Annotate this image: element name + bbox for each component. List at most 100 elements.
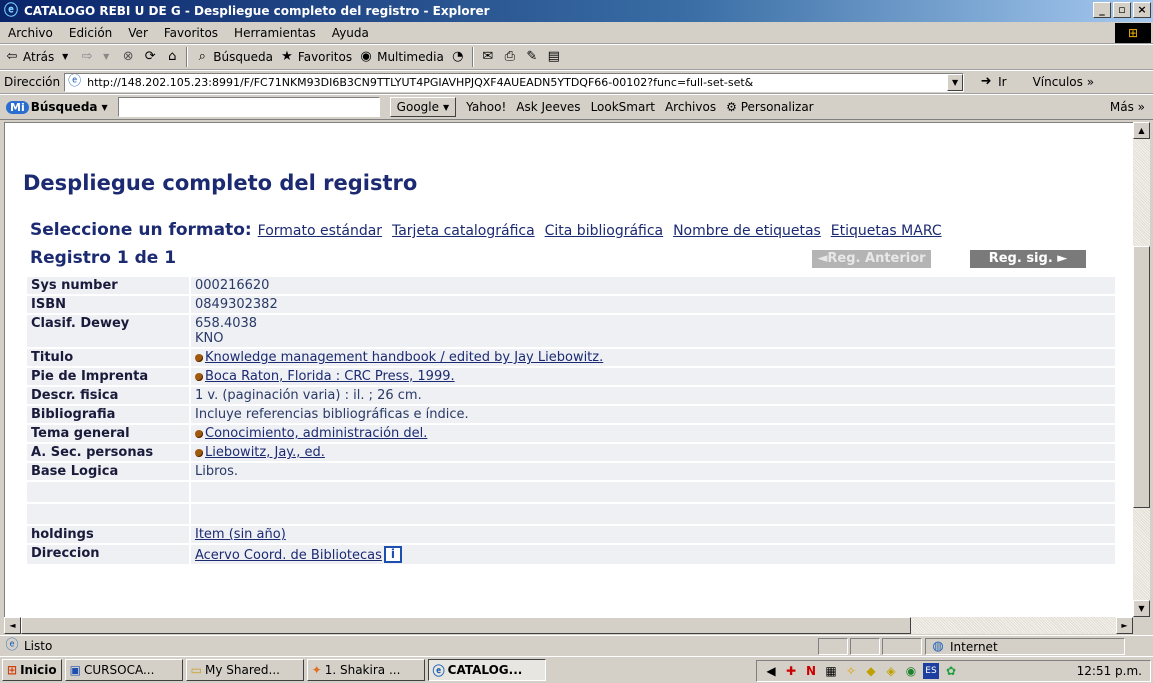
previous-record-button[interactable]: ◄Reg. Anterior <box>812 250 931 268</box>
print-icon[interactable]: ⎙ <box>502 49 518 65</box>
refresh-icon[interactable]: ⟳ <box>142 49 158 65</box>
menu-ayuda[interactable]: Ayuda <box>324 26 377 40</box>
field-value: 000216620 <box>191 277 1115 294</box>
taskbar-item-word[interactable]: ▣ CURSOCA... <box>64 659 183 681</box>
bullet-icon <box>195 429 203 438</box>
menu-favoritos[interactable]: Favoritos <box>156 26 226 40</box>
horizontal-scroll-thumb[interactable] <box>21 617 911 634</box>
table-row-empty <box>27 504 1115 524</box>
window-title-bar[interactable]: ⓔ CATALOGO REBI U DE G - Despliegue comp… <box>0 0 1153 22</box>
vertical-scrollbar[interactable]: ▲ ▼ <box>1133 122 1150 617</box>
menu-edicion[interactable]: Edición <box>61 26 120 40</box>
table-row: Titulo Knowledge management handbook / e… <box>27 349 1115 366</box>
internet-explorer-icon: ⓔ <box>4 3 18 19</box>
multimedia-button[interactable]: ◉ Multimedia <box>358 49 443 65</box>
field-label: Titulo <box>27 349 191 366</box>
title-link[interactable]: Knowledge management handbook / edited b… <box>205 350 603 365</box>
favorites-label: Favoritos <box>297 50 353 64</box>
format-tarjeta-link[interactable]: Tarjeta catalográfica <box>392 223 535 239</box>
address-dropdown-button[interactable]: ▼ <box>947 73 964 91</box>
taskbar-item-browser[interactable]: ⓔ CATALOG... <box>427 659 546 681</box>
edit-icon[interactable]: ✎ <box>524 49 540 65</box>
author-link[interactable]: Liebowitz, Jay., ed. <box>205 445 325 460</box>
personalizar-button[interactable]: ⚙ Personalizar <box>726 100 814 114</box>
format-prompt: Seleccione un formato: <box>30 220 252 240</box>
format-nombre-etiquetas-link[interactable]: Nombre de etiquetas <box>673 223 821 239</box>
search-toolbar-input[interactable] <box>117 97 380 117</box>
field-label: Bibliografia <box>27 406 191 423</box>
field-label: ISBN <box>27 296 191 313</box>
language-icon[interactable]: ES <box>923 663 939 679</box>
field-label: Tema general <box>27 425 191 442</box>
scroll-down-icon[interactable]: ▼ <box>1133 600 1150 617</box>
links-button[interactable]: Vínculos » <box>1033 75 1094 89</box>
archivos-button[interactable]: Archivos <box>665 100 716 114</box>
tray-app-icon[interactable]: ✿ <box>943 663 959 679</box>
close-button[interactable]: × <box>1133 2 1151 18</box>
bullet-icon <box>195 372 203 381</box>
field-label: Descr. fisica <box>27 387 191 404</box>
discuss-icon[interactable]: ▤ <box>546 49 562 65</box>
minimize-button[interactable]: _ <box>1093 2 1111 18</box>
format-marc-link[interactable]: Etiquetas MARC <box>831 223 942 239</box>
search-icon: ⌕ <box>198 49 206 64</box>
tray-app-icon[interactable]: ◉ <box>903 663 919 679</box>
bullet-icon <box>195 448 203 457</box>
antivirus-icon[interactable]: ✚ <box>783 663 799 679</box>
table-row-empty <box>27 482 1115 502</box>
format-estandar-link[interactable]: Formato estándar <box>258 223 382 239</box>
back-button[interactable]: ⇦ Atrás ▼ <box>4 49 73 65</box>
taskbar-item-media[interactable]: ✦ 1. Shakira ... <box>306 659 425 681</box>
go-button[interactable]: ➜ Ir <box>978 74 1007 90</box>
location-link[interactable]: Acervo Coord. de Bibliotecas <box>195 548 382 563</box>
stop-icon[interactable]: ⊗ <box>120 49 136 65</box>
scroll-right-icon[interactable]: ► <box>1116 617 1133 634</box>
yahoo-button[interactable]: Yahoo! <box>466 100 506 114</box>
history-icon[interactable]: ◔ <box>450 49 466 65</box>
clock: 12:51 p.m. <box>1076 664 1142 678</box>
address-input[interactable]: ⓔ http://148.202.105.23:8991/F/FC71NKM93… <box>64 72 965 92</box>
imprint-link[interactable]: Boca Raton, Florida : CRC Press, 1999. <box>205 369 455 384</box>
more-button[interactable]: Más » <box>1110 100 1145 114</box>
network-icon[interactable]: ▦ <box>823 663 839 679</box>
field-value: Item (sin año) <box>191 526 1115 543</box>
favorites-button[interactable]: ★ Favoritos <box>279 49 352 65</box>
window-title: CATALOGO REBI U DE G - Despliegue comple… <box>24 4 490 18</box>
ask-jeeves-button[interactable]: Ask Jeeves <box>516 100 580 114</box>
mi-busqueda-button[interactable]: Mi Búsqueda ▼ <box>6 100 108 114</box>
table-row: A. Sec. personas Liebowitz, Jay., ed. <box>27 444 1115 461</box>
forward-button[interactable]: ⇨ ▼ <box>79 49 114 65</box>
maximize-button[interactable]: ▫ <box>1113 2 1131 18</box>
menu-herramientas[interactable]: Herramientas <box>226 26 324 40</box>
norton-icon[interactable]: N <box>803 663 819 679</box>
next-record-button[interactable]: Reg. sig. ► <box>970 250 1086 268</box>
field-label: A. Sec. personas <box>27 444 191 461</box>
task-label: 1. Shakira ... <box>324 663 401 677</box>
scroll-up-icon[interactable]: ▲ <box>1133 122 1150 139</box>
update-icon[interactable]: ◆ <box>863 663 879 679</box>
task-label: CATALOG... <box>447 663 523 677</box>
search-button[interactable]: ⌕ Búsqueda <box>194 49 273 65</box>
address-bar: Dirección ⓔ http://148.202.105.23:8991/F… <box>0 70 1153 94</box>
menu-ver[interactable]: Ver <box>120 26 156 40</box>
dewey-cutter: KNO <box>195 331 224 346</box>
subject-link[interactable]: Conocimiento, administración del. <box>205 426 427 441</box>
vertical-scroll-thumb[interactable] <box>1133 246 1150 508</box>
start-button[interactable]: ⊞ Inicio <box>2 659 62 681</box>
messenger-icon[interactable]: ✧ <box>843 663 859 679</box>
mail-icon[interactable]: ✉ <box>480 49 496 65</box>
google-search-button[interactable]: Google ▼ <box>389 97 457 117</box>
address-label: Dirección <box>4 75 61 89</box>
scroll-left-icon[interactable]: ◄ <box>4 617 21 634</box>
taskbar-item-folder[interactable]: ▭ My Shared... <box>185 659 304 681</box>
format-cita-link[interactable]: Cita bibliográfica <box>545 223 664 239</box>
info-icon[interactable]: i <box>383 546 402 563</box>
tray-app-icon[interactable]: ◈ <box>883 663 899 679</box>
menu-archivo[interactable]: Archivo <box>0 26 61 40</box>
horizontal-scrollbar[interactable]: ◄ ► <box>4 617 1133 634</box>
holdings-link[interactable]: Item (sin año) <box>195 527 286 542</box>
home-icon[interactable]: ⌂ <box>164 49 180 65</box>
looksmart-button[interactable]: LookSmart <box>591 100 655 114</box>
volume-icon[interactable]: ◀ <box>763 663 779 679</box>
media-player-icon: ✦ <box>311 663 322 677</box>
